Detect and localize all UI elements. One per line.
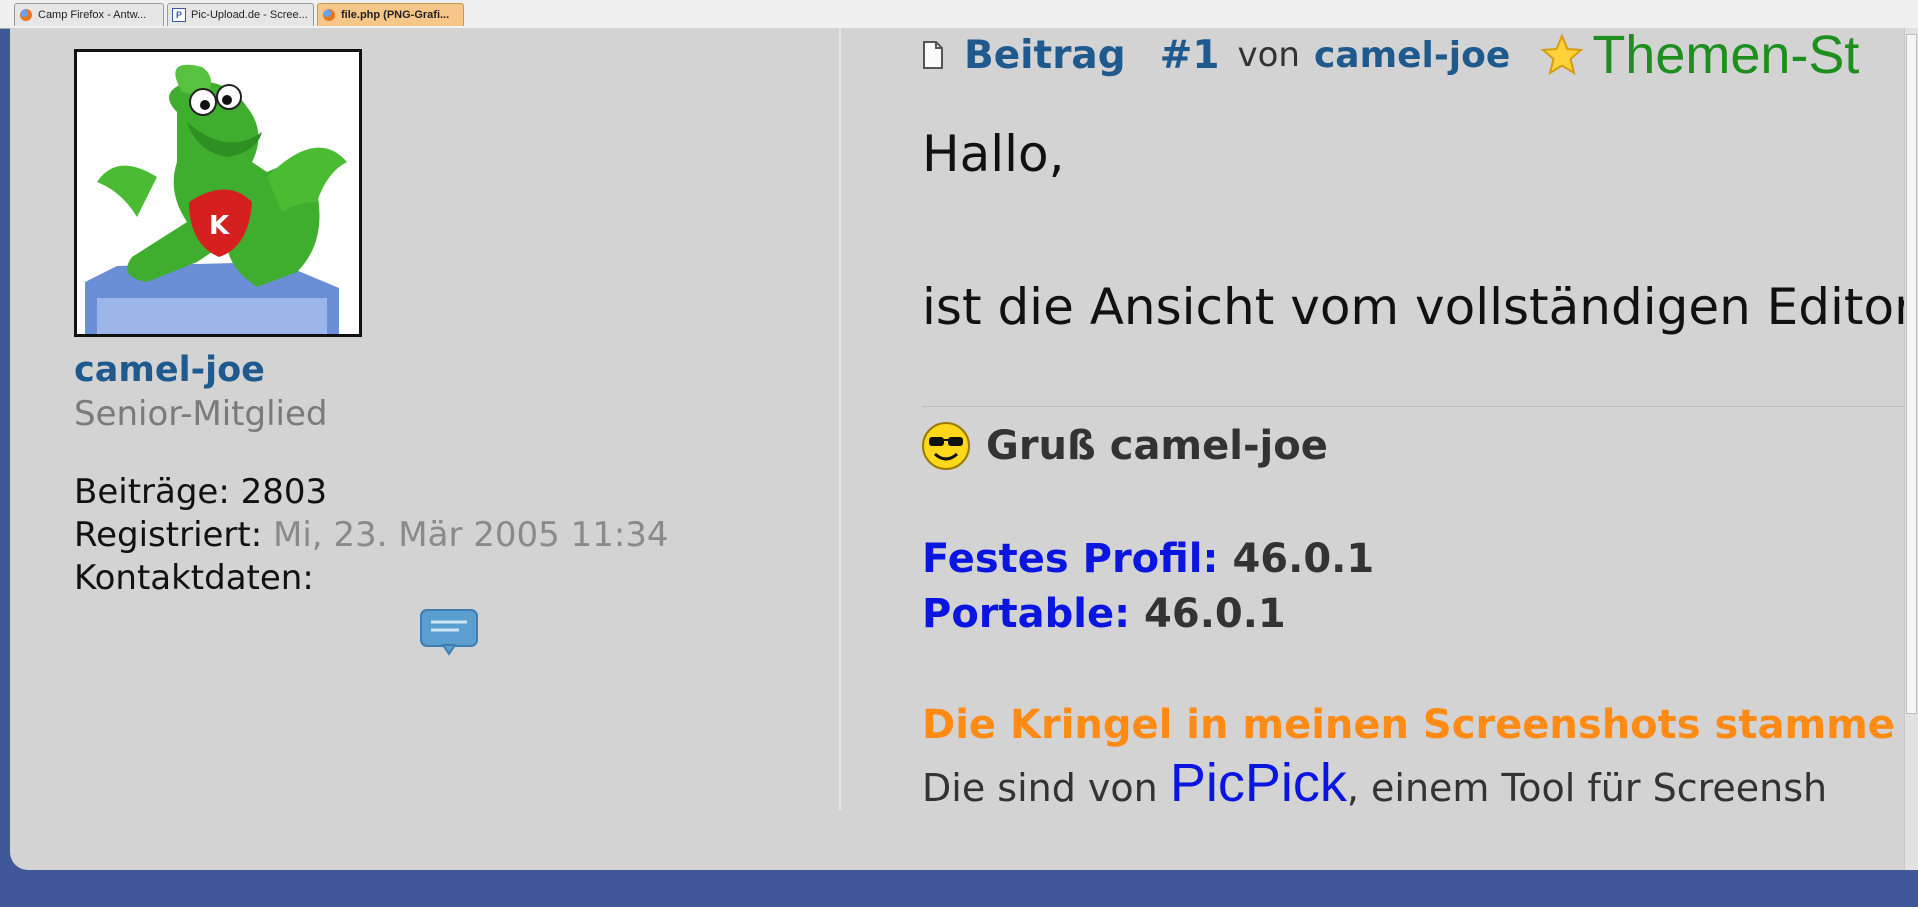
star-icon — [1540, 33, 1584, 76]
dragon-avatar-image: K — [77, 52, 359, 334]
profile-rank: Senior-Mitglied — [74, 394, 328, 434]
firefox-icon — [322, 8, 336, 22]
signature-divider — [922, 406, 1907, 407]
profile-posts: Beiträge: 2803 — [74, 472, 327, 512]
post-author-link[interactable]: camel-joe — [1314, 35, 1510, 76]
signature-greeting: Gruß camel-joe — [920, 418, 1328, 474]
tab-label: file.php (PNG-Grafi... — [341, 9, 450, 21]
signature-text: Gruß camel-joe — [986, 423, 1328, 469]
contact-label: Kontaktdaten: — [74, 558, 314, 598]
profile-contact: Kontaktdaten: — [74, 558, 314, 598]
avatar[interactable]: K — [74, 49, 362, 337]
tab-label: Camp Firefox - Antw... — [38, 9, 147, 21]
festes-label: Festes Profil: — [922, 536, 1219, 582]
registered-label: Registriert: — [74, 515, 263, 555]
vertical-scrollbar[interactable] — [1904, 28, 1918, 870]
profile-registered: Registriert: Mi, 23. Mär 2005 11:34 — [74, 515, 669, 555]
tab-pic-upload[interactable]: P Pic-Upload.de - Scree... — [167, 3, 314, 26]
svg-text:K: K — [209, 211, 230, 241]
post-title-link[interactable]: Beitrag — [964, 33, 1126, 78]
tab-camp-firefox[interactable]: Camp Firefox - Antw... — [14, 3, 164, 26]
profile-username[interactable]: camel-joe — [74, 350, 265, 390]
post-greeting: Hallo, — [922, 125, 1065, 183]
picpick-link[interactable]: PicPick — [1170, 753, 1347, 813]
signature-orange-line: Die Kringel in meinen Screenshots stamme — [922, 702, 1895, 748]
cool-smiley-icon — [922, 422, 970, 470]
portable-value: 46.0.1 — [1144, 591, 1286, 637]
column-divider — [839, 28, 841, 810]
firefox-icon — [19, 8, 33, 22]
post-header: Beitrag #1 von camel-joe Themen-St — [922, 25, 1859, 85]
scrollbar-thumb[interactable] — [1906, 34, 1917, 714]
posts-label: Beiträge: — [74, 472, 230, 512]
private-message-icon[interactable] — [419, 608, 479, 656]
registered-value: Mi, 23. Mär 2005 11:34 — [273, 515, 669, 555]
last-prefix: Die sind von — [922, 766, 1170, 810]
post-body-line: ist die Ansicht vom vollständigen Editor — [922, 278, 1915, 336]
post-number[interactable]: #1 — [1160, 33, 1220, 78]
tab-file-php[interactable]: file.php (PNG-Grafi... — [317, 3, 464, 26]
portable-label: Portable: — [922, 591, 1131, 637]
signature-portable: Portable: 46.0.1 — [922, 591, 1286, 637]
picupload-icon: P — [172, 8, 186, 22]
tab-label: Pic-Upload.de - Scree... — [191, 9, 308, 21]
festes-value: 46.0.1 — [1232, 536, 1375, 582]
thread-starter-badge: Themen-St — [1592, 25, 1860, 85]
signature-festes-profil: Festes Profil: 46.0.1 — [922, 536, 1374, 582]
last-suffix: , einem Tool für Screensh — [1346, 766, 1828, 810]
signature-last-line: Die sind von PicPick, einem Tool für Scr… — [922, 752, 1827, 814]
post-von: von — [1237, 35, 1300, 75]
posts-value: 2803 — [240, 472, 328, 512]
document-icon[interactable] — [922, 40, 944, 70]
